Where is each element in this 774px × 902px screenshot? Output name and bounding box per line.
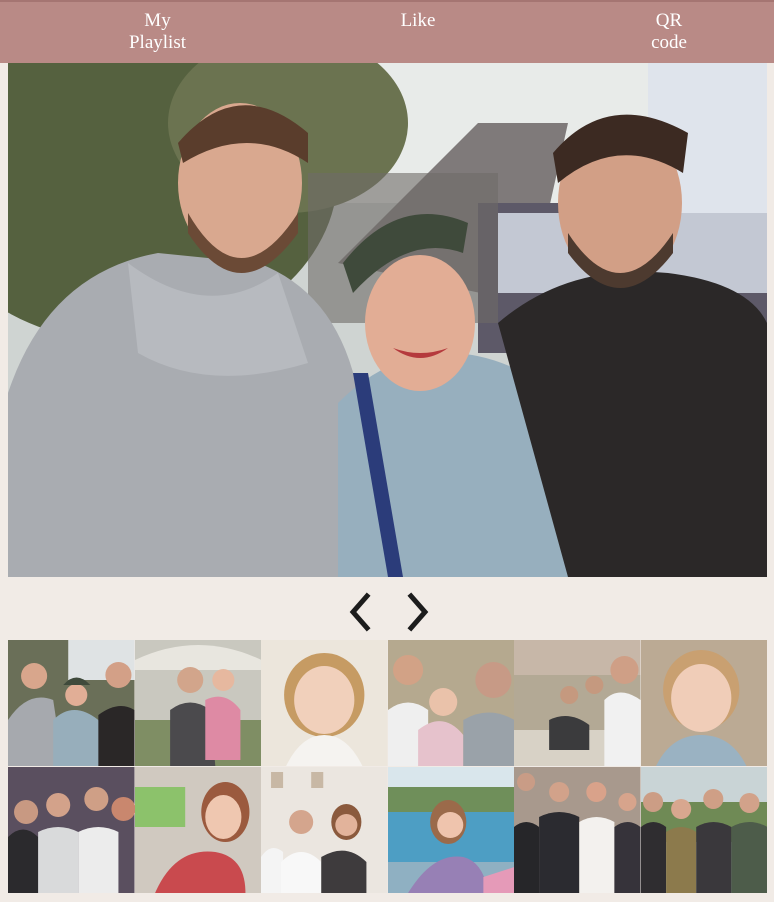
gallery-thumbnail[interactable] (134, 640, 261, 766)
nav-my-playlist[interactable]: My Playlist (100, 10, 215, 54)
gallery-thumbnail[interactable] (640, 640, 767, 766)
gallery-thumbnail[interactable] (387, 640, 514, 766)
gallery-thumbnail[interactable] (261, 767, 388, 893)
gallery-thumbnail[interactable] (134, 767, 261, 893)
main-photo (8, 63, 767, 577)
top-nav-bar: My Playlist Like QR code (0, 0, 774, 63)
chevron-right-icon[interactable] (403, 590, 433, 634)
chevron-left-icon[interactable] (345, 590, 375, 634)
gallery-thumbnail[interactable] (640, 767, 767, 893)
thumbnail-gallery (8, 640, 767, 893)
gallery-thumbnail[interactable] (514, 767, 641, 893)
gallery-thumbnail[interactable] (387, 767, 514, 893)
main-photo-image (8, 63, 767, 577)
gallery-thumbnail[interactable] (8, 767, 135, 893)
carousel-controls (0, 590, 774, 634)
gallery-thumbnail[interactable] (8, 640, 135, 766)
nav-qr-code[interactable]: QR code (615, 10, 723, 54)
gallery-thumbnail[interactable] (261, 640, 388, 766)
gallery-thumbnail[interactable] (514, 640, 641, 766)
nav-like[interactable]: Like (368, 10, 468, 32)
